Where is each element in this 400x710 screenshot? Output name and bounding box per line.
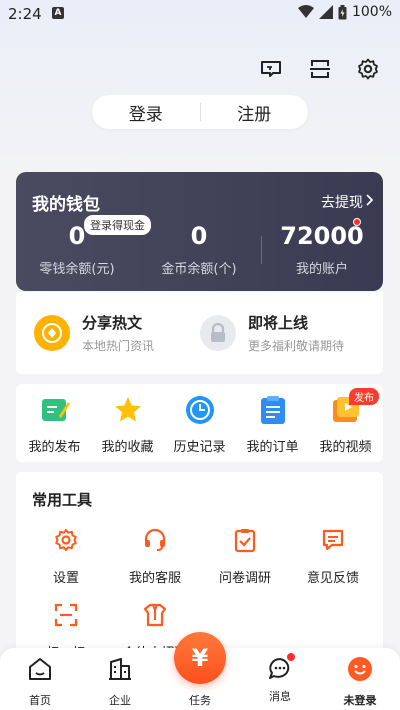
lock-icon (200, 315, 236, 351)
tool-settings[interactable]: 设置 (21, 527, 111, 586)
signal-icon (318, 5, 333, 19)
my-publish-label: 我的发布 (28, 440, 81, 455)
scan-top-icon[interactable] (308, 57, 332, 81)
nav-company-label: 企业 (109, 694, 131, 707)
coin-balance-value: 0 (190, 222, 208, 250)
tool-survey-label: 问卷调研 (218, 571, 271, 586)
share-title: 分享热文 (82, 314, 143, 332)
star-icon (112, 394, 144, 426)
tool-feedback-label: 意见反馈 (306, 571, 359, 586)
status-indicators: 100% (297, 4, 392, 20)
tool-customer-service[interactable]: 我的客服 (110, 527, 200, 586)
nav-message[interactable]: 消息 (240, 653, 320, 704)
recruit-icon (143, 603, 167, 627)
share-hot-article[interactable]: 分享热文 本地热门资讯 (34, 312, 154, 354)
account-red-dot (353, 218, 361, 226)
publish-badge: 发布 (349, 388, 379, 405)
clock-icon (184, 394, 216, 426)
nav-home-label: 首页 (29, 694, 51, 707)
register-button[interactable]: 注册 (201, 100, 309, 125)
status-bar: 2:24 A 100% (0, 0, 400, 28)
battery-percent: 100% (351, 4, 392, 20)
nav-message-label: 消息 (269, 690, 291, 703)
share-card: 分享热文 本地热门资讯 即将上线 更多福利敬请期待 (16, 292, 383, 374)
wallet-card[interactable]: 我的钱包 去提现 登录得现金 0 零钱余额(元) 0 金币余额(个) 72000… (16, 172, 383, 291)
tool-survey[interactable]: 问卷调研 (200, 527, 290, 586)
order-list-icon (257, 394, 289, 426)
tool-customer-service-label: 我的客服 (128, 571, 181, 586)
clipboard-check-icon (234, 529, 256, 553)
message-icon (267, 653, 295, 682)
tools-title: 常用工具 (32, 491, 93, 509)
my-videos-label: 我的视频 (319, 440, 372, 455)
my-favorites-label: 我的收藏 (101, 440, 154, 455)
my-account-value: 72000 (280, 222, 364, 250)
headset-icon (144, 528, 166, 551)
coin-icon (34, 315, 70, 351)
gear-icon (55, 529, 77, 551)
my-account-label: 我的账户 (295, 262, 348, 277)
tool-feedback[interactable]: 意见反馈 (288, 527, 378, 586)
coming-soon[interactable]: 即将上线 更多福利敬请期待 (200, 312, 344, 354)
nav-profile-label: 未登录 (343, 694, 377, 707)
status-time: 2:24 (8, 5, 42, 23)
login-button[interactable]: 登录 (92, 100, 200, 125)
tool-settings-label: 设置 (52, 571, 79, 586)
wallet-divider (261, 236, 262, 264)
history-label: 历史记录 (173, 440, 226, 455)
my-account[interactable]: 72000 我的账户 (267, 220, 377, 277)
history[interactable]: 历史记录 (163, 394, 236, 455)
change-balance-label: 零钱余额(元) (39, 262, 115, 277)
auth-pill: 登录 注册 (92, 95, 308, 129)
message-dot (287, 653, 295, 661)
my-orders[interactable]: 我的订单 (236, 394, 309, 455)
my-orders-label: 我的订单 (246, 440, 299, 455)
my-favorites[interactable]: 我的收藏 (91, 394, 164, 455)
building-icon (109, 658, 131, 680)
coin-balance[interactable]: 0 金币余额(个) (144, 220, 254, 277)
scan-icon (54, 603, 78, 627)
chevron-right-icon (366, 194, 373, 206)
nav-profile[interactable]: 未登录 (320, 656, 400, 708)
home-icon (29, 658, 51, 680)
edit-note-icon (39, 394, 71, 426)
nav-task-label: 任务 (189, 694, 211, 707)
my-publish[interactable]: 我的发布 (18, 394, 91, 455)
wallet-title: 我的钱包 (32, 195, 100, 215)
task-button[interactable]: ¥ (174, 632, 226, 684)
wifi-icon (297, 5, 314, 18)
change-balance[interactable]: 0 零钱余额(元) (22, 220, 132, 277)
notification-icon: A (52, 7, 64, 19)
settings-gear-icon[interactable] (356, 57, 380, 81)
battery-icon (338, 4, 347, 19)
smiley-icon (348, 657, 372, 681)
nav-company[interactable]: 企业 (80, 656, 160, 708)
coin-balance-label: 金币余额(个) (161, 262, 237, 277)
my-content-card: 我的发布 我的收藏 历史记录 我的订单 我的视频 发布 (16, 384, 383, 462)
change-balance-value: 0 (68, 222, 86, 250)
share-subtitle: 本地热门资讯 (82, 339, 155, 353)
withdraw-link[interactable]: 去提现 (321, 192, 363, 212)
coming-soon-title: 即将上线 (248, 314, 309, 332)
nav-home[interactable]: 首页 (0, 656, 80, 708)
feedback-icon (322, 529, 344, 551)
coming-soon-subtitle: 更多福利敬请期待 (248, 339, 345, 353)
customer-service-icon[interactable] (259, 57, 283, 81)
